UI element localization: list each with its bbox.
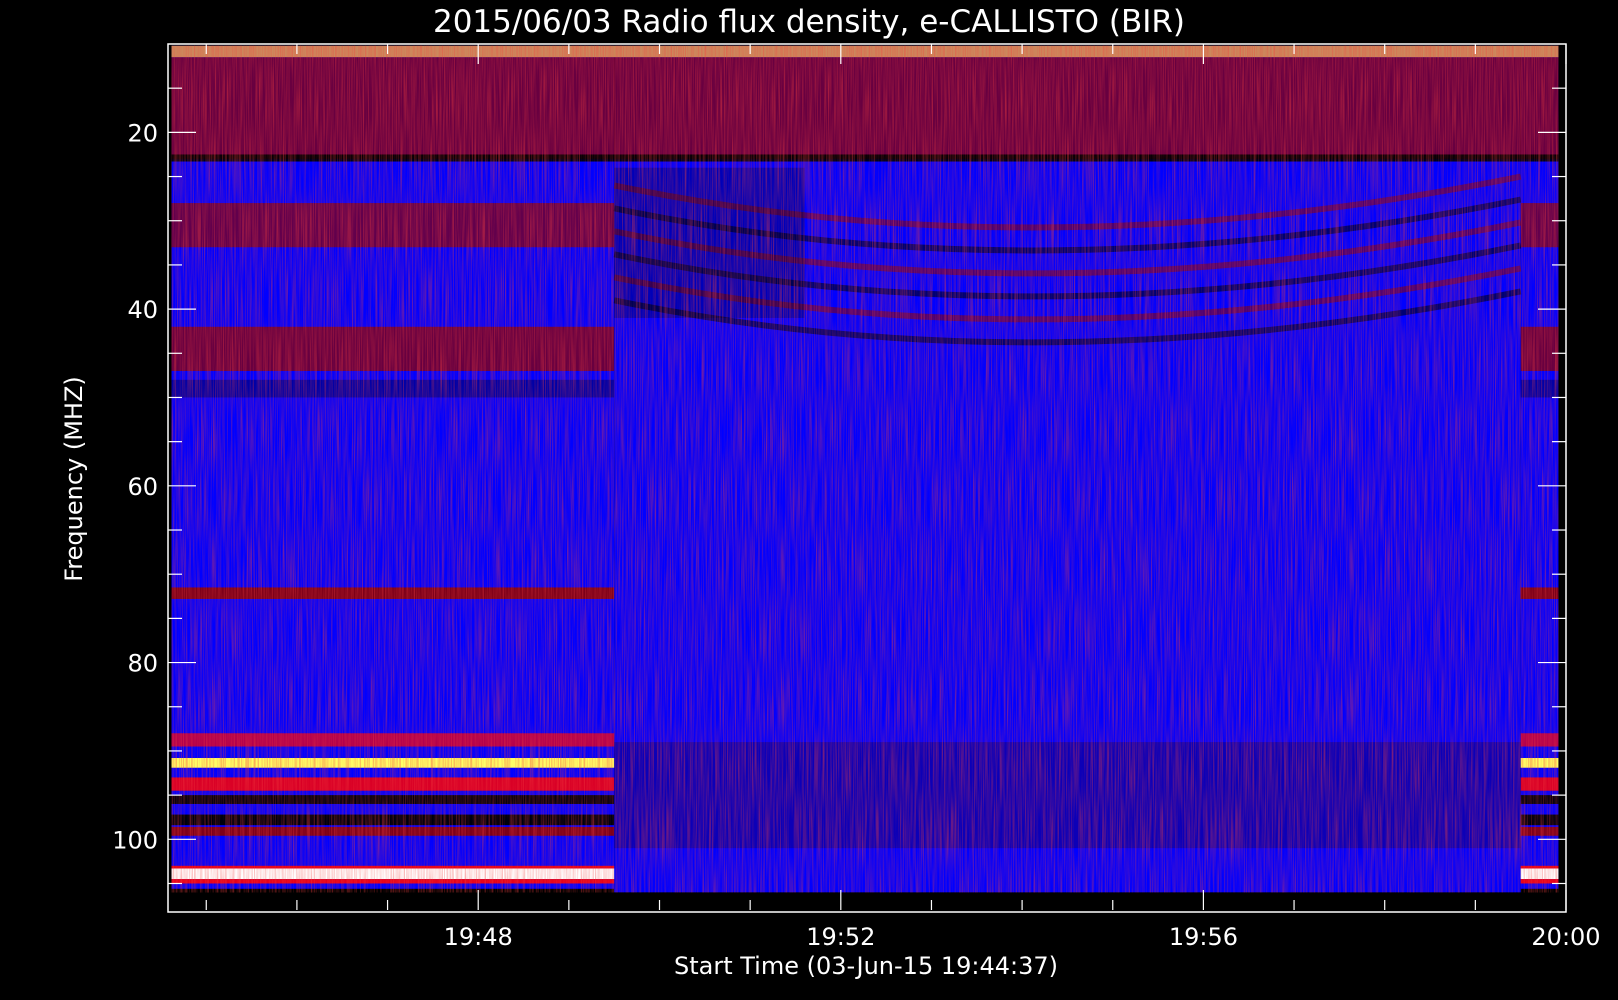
x-tick-label: 19:56	[1169, 923, 1238, 951]
x-axis-label: Start Time (03-Jun-15 19:44:37)	[674, 952, 1058, 980]
x-tick-label: 20:00	[1531, 923, 1600, 951]
y-tick-label: 80	[127, 650, 158, 678]
y-tick-label: 20	[127, 119, 158, 147]
heatmap-area	[171, 45, 1559, 893]
y-tick-label: 40	[127, 296, 158, 324]
y-tick-label: 100	[112, 826, 158, 854]
spectrogram-chart: 2015/06/03 Radio flux density, e-CALLIST…	[60, 4, 1601, 980]
y-axis-label: Frequency (MHZ)	[60, 376, 88, 582]
x-tick-label: 19:52	[806, 923, 875, 951]
chart-title: 2015/06/03 Radio flux density, e-CALLIST…	[433, 4, 1185, 40]
x-tick-label: 19:48	[444, 923, 513, 951]
y-tick-label: 60	[127, 473, 158, 501]
heatmap-noise	[171, 45, 1559, 893]
